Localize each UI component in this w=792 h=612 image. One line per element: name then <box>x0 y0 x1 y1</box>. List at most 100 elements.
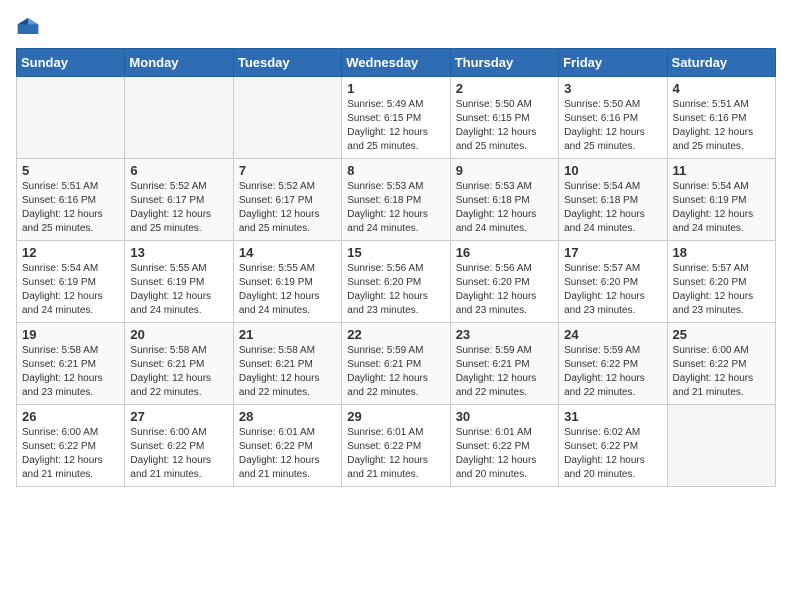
day-number: 18 <box>673 245 770 260</box>
calendar-cell <box>125 77 233 159</box>
day-number: 11 <box>673 163 770 178</box>
day-info: Sunrise: 5:53 AM Sunset: 6:18 PM Dayligh… <box>456 180 553 236</box>
day-number: 15 <box>347 245 444 260</box>
day-number: 21 <box>239 327 336 342</box>
day-info: Sunrise: 5:50 AM Sunset: 6:15 PM Dayligh… <box>456 98 553 154</box>
calendar-cell: 2Sunrise: 5:50 AM Sunset: 6:15 PM Daylig… <box>450 77 558 159</box>
calendar-cell: 1 Sunrise: 5:49 AM Sunset: 6:15 PM Daylig… <box>342 77 450 159</box>
calendar-cell <box>233 77 341 159</box>
calendar-cell: 20Sunrise: 5:58 AM Sunset: 6:21 PM Dayli… <box>125 323 233 405</box>
day-info: Sunrise: 5:51 AM Sunset: 6:16 PM Dayligh… <box>673 98 770 154</box>
day-info: Sunrise: 6:01 AM Sunset: 6:22 PM Dayligh… <box>347 426 444 482</box>
day-info: Sunrise: 5:54 AM Sunset: 6:18 PM Dayligh… <box>564 180 661 236</box>
day-info: Sunrise: 6:01 AM Sunset: 6:22 PM Dayligh… <box>239 426 336 482</box>
calendar-cell: 21 Sunrise: 5:58 AM Sunset: 6:21 PM Dayli… <box>233 323 341 405</box>
calendar-cell: 5 Sunrise: 5:51 AM Sunset: 6:16 PM Daylig… <box>17 159 125 241</box>
day-info: Sunrise: 5:55 AM Sunset: 6:19 PM Dayligh… <box>239 262 336 318</box>
day-number: 22 <box>347 327 444 342</box>
week-row-1: 1 Sunrise: 5:49 AM Sunset: 6:15 PM Daylig… <box>17 77 776 159</box>
calendar-cell: 24Sunrise: 5:59 AM Sunset: 6:22 PM Dayli… <box>559 323 667 405</box>
day-number: 16 <box>456 245 553 260</box>
calendar-cell: 15 Sunrise: 5:56 AM Sunset: 6:20 PM Dayli… <box>342 241 450 323</box>
day-number: 8 <box>347 163 444 178</box>
day-info: Sunrise: 5:57 AM Sunset: 6:20 PM Dayligh… <box>564 262 661 318</box>
day-info: Sunrise: 6:00 AM Sunset: 6:22 PM Dayligh… <box>673 344 770 400</box>
day-header-monday: Monday <box>125 49 233 77</box>
day-info: Sunrise: 5:57 AM Sunset: 6:20 PM Dayligh… <box>673 262 770 318</box>
day-info: Sunrise: 5:52 AM Sunset: 6:17 PM Dayligh… <box>239 180 336 236</box>
day-number: 5 <box>22 163 119 178</box>
calendar-cell: 19 Sunrise: 5:58 AM Sunset: 6:21 PM Dayli… <box>17 323 125 405</box>
calendar-cell: 12 Sunrise: 5:54 AM Sunset: 6:19 PM Dayli… <box>17 241 125 323</box>
day-header-tuesday: Tuesday <box>233 49 341 77</box>
day-info: Sunrise: 5:54 AM Sunset: 6:19 PM Dayligh… <box>673 180 770 236</box>
day-info: Sunrise: 5:58 AM Sunset: 6:21 PM Dayligh… <box>22 344 119 400</box>
calendar-cell <box>17 77 125 159</box>
day-number: 24 <box>564 327 661 342</box>
day-header-wednesday: Wednesday <box>342 49 450 77</box>
day-number: 26 <box>22 409 119 424</box>
day-number: 23 <box>456 327 553 342</box>
day-info: Sunrise: 5:51 AM Sunset: 6:16 PM Dayligh… <box>22 180 119 236</box>
calendar-cell: 22 Sunrise: 5:59 AM Sunset: 6:21 PM Dayli… <box>342 323 450 405</box>
day-info: Sunrise: 6:00 AM Sunset: 6:22 PM Dayligh… <box>130 426 227 482</box>
day-header-thursday: Thursday <box>450 49 558 77</box>
calendar-cell: 25 Sunrise: 6:00 AM Sunset: 6:22 PM Dayli… <box>667 323 775 405</box>
day-info: Sunrise: 5:53 AM Sunset: 6:18 PM Dayligh… <box>347 180 444 236</box>
calendar-cell: 23 Sunrise: 5:59 AM Sunset: 6:21 PM Dayli… <box>450 323 558 405</box>
day-header-sunday: Sunday <box>17 49 125 77</box>
calendar-cell: 8 Sunrise: 5:53 AM Sunset: 6:18 PM Daylig… <box>342 159 450 241</box>
calendar-cell <box>667 405 775 487</box>
calendar-cell: 10 Sunrise: 5:54 AM Sunset: 6:18 PM Dayli… <box>559 159 667 241</box>
calendar-cell: 4 Sunrise: 5:51 AM Sunset: 6:16 PM Daylig… <box>667 77 775 159</box>
week-row-5: 26 Sunrise: 6:00 AM Sunset: 6:22 PM Dayli… <box>17 405 776 487</box>
calendar-cell: 3 Sunrise: 5:50 AM Sunset: 6:16 PM Daylig… <box>559 77 667 159</box>
calendar-cell: 16 Sunrise: 5:56 AM Sunset: 6:20 PM Dayli… <box>450 241 558 323</box>
day-number: 19 <box>22 327 119 342</box>
day-number: 17 <box>564 245 661 260</box>
day-info: Sunrise: 6:01 AM Sunset: 6:22 PM Dayligh… <box>456 426 553 482</box>
day-number: 13 <box>130 245 227 260</box>
day-info: Sunrise: 5:58 AM Sunset: 6:21 PM Dayligh… <box>239 344 336 400</box>
day-header-friday: Friday <box>559 49 667 77</box>
day-number: 28 <box>239 409 336 424</box>
day-number: 6 <box>130 163 227 178</box>
day-info: Sunrise: 5:56 AM Sunset: 6:20 PM Dayligh… <box>347 262 444 318</box>
calendar-cell: 28 Sunrise: 6:01 AM Sunset: 6:22 PM Dayli… <box>233 405 341 487</box>
day-info: Sunrise: 5:55 AM Sunset: 6:19 PM Dayligh… <box>130 262 227 318</box>
week-row-4: 19 Sunrise: 5:58 AM Sunset: 6:21 PM Dayli… <box>17 323 776 405</box>
day-number: 29 <box>347 409 444 424</box>
day-info: Sunrise: 5:59 AM Sunset: 6:21 PM Dayligh… <box>347 344 444 400</box>
calendar-cell: 30 Sunrise: 6:01 AM Sunset: 6:22 PM Dayli… <box>450 405 558 487</box>
day-number: 20 <box>130 327 227 342</box>
calendar-cell: 18 Sunrise: 5:57 AM Sunset: 6:20 PM Dayli… <box>667 241 775 323</box>
logo <box>16 16 44 36</box>
day-number: 3 <box>564 81 661 96</box>
day-info: Sunrise: 6:02 AM Sunset: 6:22 PM Dayligh… <box>564 426 661 482</box>
day-header-saturday: Saturday <box>667 49 775 77</box>
day-info: Sunrise: 5:49 AM Sunset: 6:15 PM Dayligh… <box>347 98 444 154</box>
day-number: 30 <box>456 409 553 424</box>
day-number: 1 <box>347 81 444 96</box>
calendar-header-row: SundayMondayTuesdayWednesdayThursdayFrid… <box>17 49 776 77</box>
calendar-cell: 26 Sunrise: 6:00 AM Sunset: 6:22 PM Dayli… <box>17 405 125 487</box>
calendar-cell: 6Sunrise: 5:52 AM Sunset: 6:17 PM Daylig… <box>125 159 233 241</box>
week-row-2: 5 Sunrise: 5:51 AM Sunset: 6:16 PM Daylig… <box>17 159 776 241</box>
week-row-3: 12 Sunrise: 5:54 AM Sunset: 6:19 PM Dayli… <box>17 241 776 323</box>
calendar-cell: 14 Sunrise: 5:55 AM Sunset: 6:19 PM Dayli… <box>233 241 341 323</box>
day-number: 9 <box>456 163 553 178</box>
day-info: Sunrise: 5:54 AM Sunset: 6:19 PM Dayligh… <box>22 262 119 318</box>
day-number: 12 <box>22 245 119 260</box>
calendar-cell: 27Sunrise: 6:00 AM Sunset: 6:22 PM Dayli… <box>125 405 233 487</box>
logo-icon <box>16 16 40 36</box>
day-info: Sunrise: 5:59 AM Sunset: 6:21 PM Dayligh… <box>456 344 553 400</box>
day-number: 31 <box>564 409 661 424</box>
day-number: 25 <box>673 327 770 342</box>
day-number: 10 <box>564 163 661 178</box>
calendar-cell: 7Sunrise: 5:52 AM Sunset: 6:17 PM Daylig… <box>233 159 341 241</box>
day-number: 14 <box>239 245 336 260</box>
day-info: Sunrise: 6:00 AM Sunset: 6:22 PM Dayligh… <box>22 426 119 482</box>
day-info: Sunrise: 5:50 AM Sunset: 6:16 PM Dayligh… <box>564 98 661 154</box>
day-info: Sunrise: 5:56 AM Sunset: 6:20 PM Dayligh… <box>456 262 553 318</box>
day-number: 4 <box>673 81 770 96</box>
